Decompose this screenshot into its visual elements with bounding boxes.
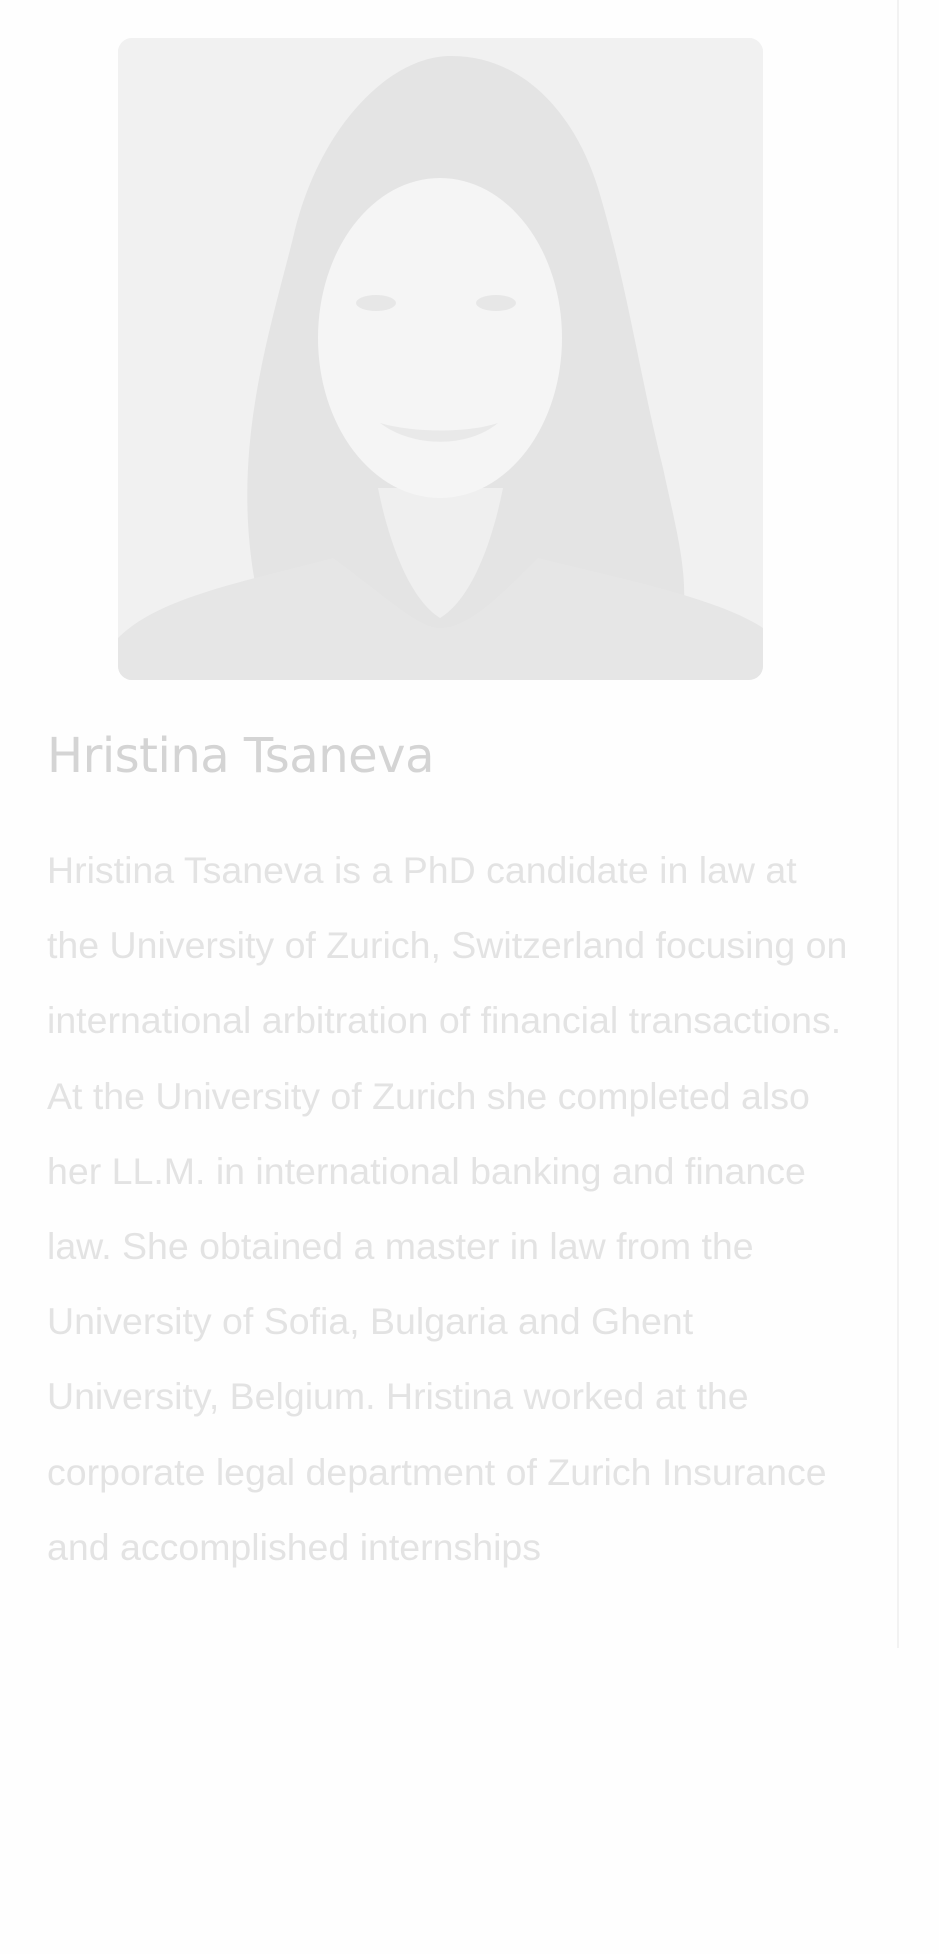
page: Hristina Tsaneva Hristina Tsaneva is a P… (0, 0, 939, 1954)
profile-card: Hristina Tsaneva Hristina Tsaneva is a P… (0, 0, 899, 1648)
profile-photo (118, 38, 763, 680)
profile-bio: Hristina Tsaneva is a PhD candidate in l… (47, 849, 848, 1568)
profile-name: Hristina Tsaneva (47, 728, 435, 784)
